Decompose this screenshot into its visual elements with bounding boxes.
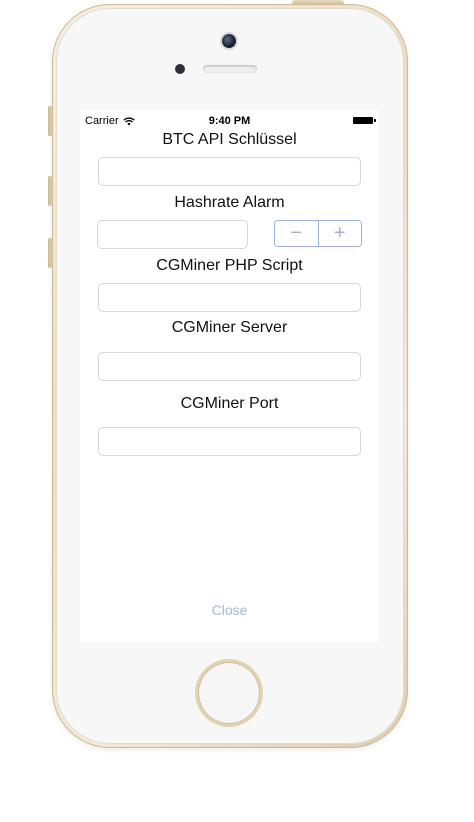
api-key-input[interactable] — [98, 157, 361, 186]
port-label: CGMiner Port — [180, 395, 279, 412]
status-bar: Carrier 9:40 PM — [80, 110, 379, 130]
stepper-plus-button[interactable]: + — [318, 221, 361, 246]
earpiece-speaker — [203, 65, 257, 73]
php-script-input[interactable] — [98, 283, 361, 312]
port-input[interactable] — [98, 427, 361, 456]
close-button[interactable]: Close — [80, 602, 379, 618]
hashrate-stepper[interactable]: − + — [274, 220, 362, 247]
server-label: CGMiner Server — [171, 319, 288, 336]
server-input[interactable] — [98, 352, 361, 381]
stepper-minus-button[interactable]: − — [275, 221, 319, 246]
hashrate-alarm-input[interactable] — [97, 220, 248, 249]
status-time: 9:40 PM — [208, 115, 251, 127]
front-camera-icon — [222, 34, 236, 48]
php-script-label: CGMiner PHP Script — [156, 257, 303, 274]
sensor-icon — [175, 64, 185, 74]
hashrate-alarm-label: Hashrate Alarm — [174, 194, 285, 211]
api-key-label: BTC API Schlüssel — [162, 131, 297, 148]
home-button[interactable] — [198, 662, 260, 724]
battery-icon — [353, 117, 376, 124]
app-screen: Carrier 9:40 PM BTC API Schlüssel Hashra… — [80, 110, 379, 642]
device-mockup: Carrier 9:40 PM BTC API Schlüssel Hashra… — [0, 0, 474, 822]
